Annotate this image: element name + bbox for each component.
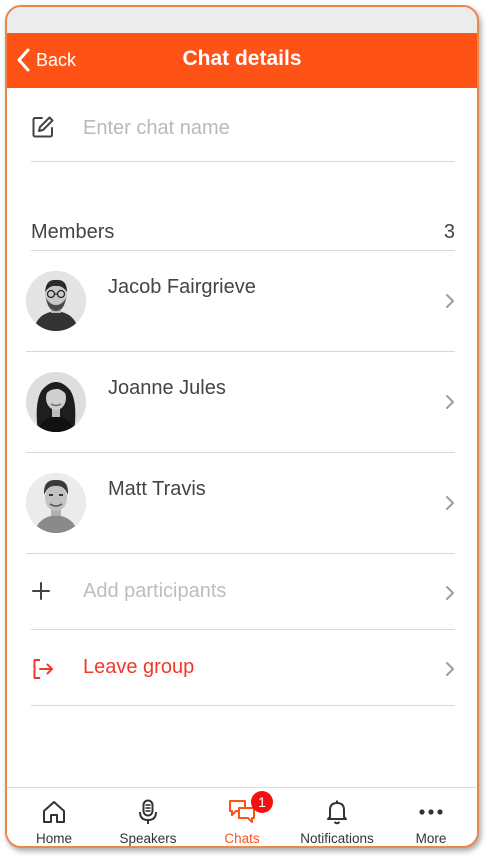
chat-name-input[interactable]: [81, 112, 455, 144]
tab-label: Chats: [224, 831, 260, 846]
chevron-right-icon: [445, 394, 455, 415]
member-name: Jacob Fairgrieve: [108, 276, 256, 298]
avatar: [26, 473, 86, 533]
exit-icon: [31, 657, 55, 686]
chat-name-row: [31, 110, 455, 162]
chevron-right-icon: [445, 495, 455, 516]
tab-label: More: [415, 831, 447, 846]
member-row[interactable]: Joanne Jules: [26, 352, 455, 453]
tab-more[interactable]: More: [384, 788, 477, 846]
tab-speakers[interactable]: Speakers: [101, 788, 195, 846]
add-participants-button[interactable]: Add participants: [31, 554, 455, 630]
tab-label: Notifications: [300, 831, 374, 846]
chevron-right-icon: [445, 661, 455, 682]
members-count: 3: [443, 221, 455, 243]
app-window: Back Chat details Members 3: [5, 5, 479, 848]
chevron-right-icon: [445, 585, 455, 606]
members-header: Members 3: [31, 219, 455, 251]
tab-home[interactable]: Home: [7, 788, 101, 846]
more-dots-icon: [417, 798, 445, 831]
leave-group-label: Leave group: [83, 656, 195, 678]
member-name: Matt Travis: [108, 478, 206, 500]
leave-group-button[interactable]: Leave group: [31, 630, 455, 706]
tab-label: Home: [35, 831, 72, 846]
unread-badge: 1: [251, 791, 273, 813]
microphone-icon: [134, 798, 162, 831]
home-icon: [40, 798, 68, 831]
member-row[interactable]: Jacob Fairgrieve: [26, 251, 455, 352]
avatar: [26, 271, 86, 331]
member-name: Joanne Jules: [108, 377, 226, 399]
tab-bar: Home Speakers 1 Chats Notifications More: [7, 787, 477, 846]
plus-icon: [31, 581, 51, 606]
avatar: [26, 372, 86, 432]
tab-label: Speakers: [119, 831, 177, 846]
chevron-right-icon: [445, 293, 455, 314]
edit-icon: [31, 115, 55, 144]
navigation-bar: Back Chat details: [7, 33, 477, 88]
add-participants-label: Add participants: [83, 580, 227, 602]
status-bar: [7, 7, 477, 33]
tab-notifications[interactable]: Notifications: [290, 788, 384, 846]
members-label: Members: [31, 221, 115, 243]
member-row[interactable]: Matt Travis: [26, 453, 455, 554]
page-title: Chat details: [182, 47, 302, 70]
bell-icon: [323, 798, 351, 831]
tab-chats[interactable]: 1 Chats: [195, 788, 289, 846]
